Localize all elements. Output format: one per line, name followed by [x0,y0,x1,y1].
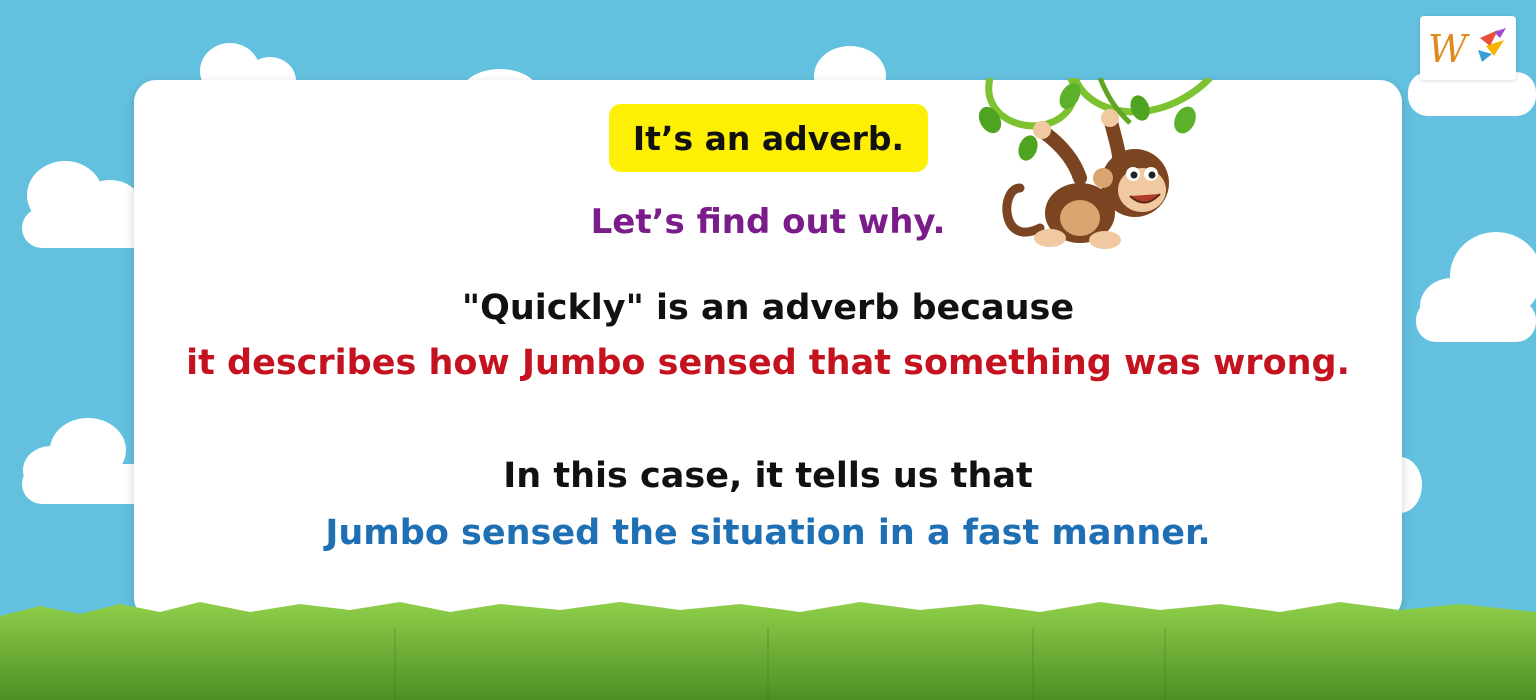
cloud-right-middle [1416,232,1536,342]
explanation-line-1: "Quickly" is an adverb because [461,288,1075,328]
explanation-line-2: it describes how Jumbo sensed that somet… [186,343,1350,383]
brand-logo[interactable]: W [1420,16,1516,80]
detail-line-1: In this case, it tells us that [503,456,1033,496]
brand-logo-letter: W [1428,27,1470,71]
monkey-on-vine-icon [978,78,1213,249]
grass-strip [0,602,1536,700]
subtitle-text: Let’s find out why. [590,202,946,242]
detail-line-2: Jumbo sensed the situation in a fast man… [325,513,1211,553]
answer-badge-text: It’s an adverb. [632,118,905,158]
brand-logo-icon: W [1428,27,1506,71]
answer-badge: It’s an adverb. [609,104,928,172]
